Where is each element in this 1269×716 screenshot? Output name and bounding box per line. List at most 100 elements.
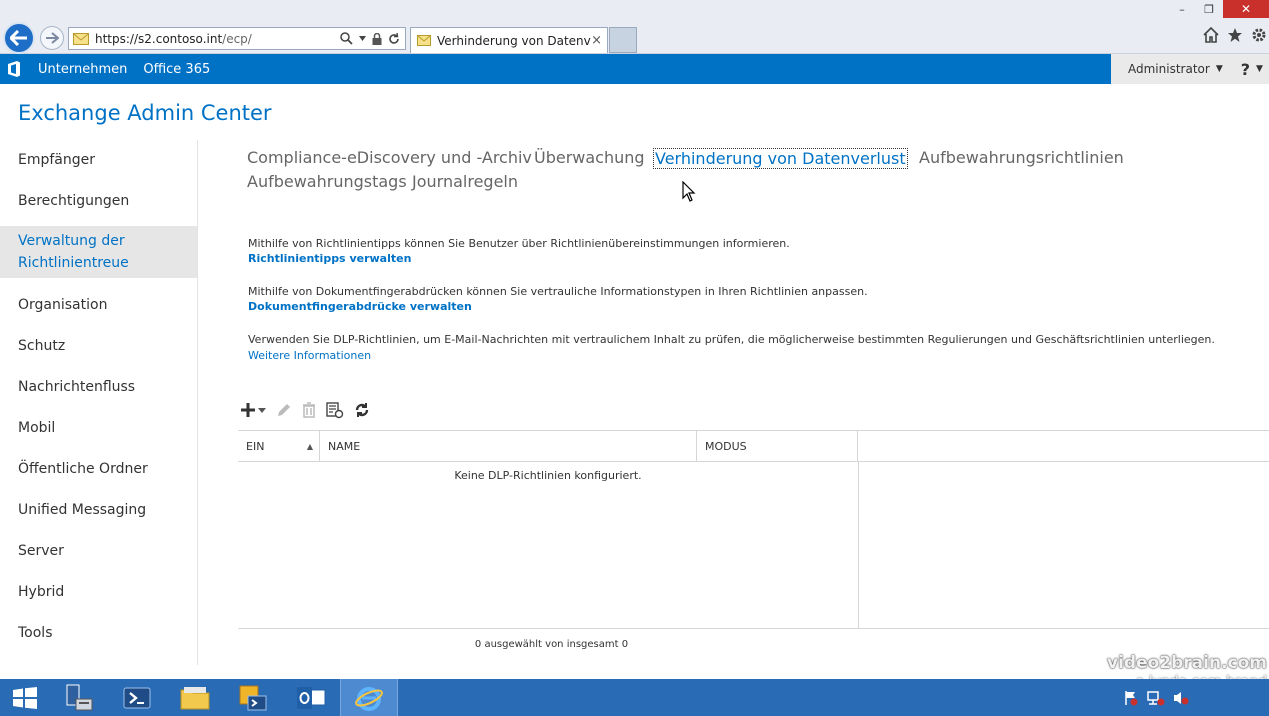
sort-ascending-icon: ▲ bbox=[306, 441, 313, 451]
user-menu[interactable]: Administrator bbox=[1128, 62, 1210, 76]
taskbar-powershell[interactable] bbox=[108, 679, 166, 716]
network-icon[interactable] bbox=[1147, 690, 1165, 706]
nav-item-organization[interactable]: Organisation bbox=[0, 294, 197, 316]
company-link[interactable]: Unternehmen bbox=[38, 62, 127, 77]
dlp-description-text: Verwenden Sie DLP-Richtlinien, um E-Mail… bbox=[248, 333, 1215, 346]
home-icon[interactable] bbox=[1203, 27, 1219, 43]
tab-compliance-ediscovery[interactable]: Compliance-eDiscovery und -Archiv bbox=[247, 148, 532, 167]
folder-icon bbox=[180, 686, 210, 709]
dlp-policy-table: EIN ▲ NAME MODUS Keine DLP-Richtlinien k… bbox=[238, 430, 1269, 629]
taskbar-file-explorer[interactable] bbox=[166, 679, 224, 716]
arrow-left-icon bbox=[10, 30, 27, 46]
powershell-icon bbox=[123, 687, 151, 708]
nav-item-unified-messaging[interactable]: Unified Messaging bbox=[0, 499, 197, 521]
new-tab-button[interactable] bbox=[609, 27, 637, 53]
taskbar-server-manager[interactable] bbox=[50, 679, 108, 716]
selection-status: 0 ausgewählt von insgesamt 0 bbox=[474, 639, 629, 650]
nav-item-protection[interactable]: Schutz bbox=[0, 335, 197, 357]
close-window-button[interactable]: ✕ bbox=[1223, 0, 1269, 18]
column-header-enabled-label: EIN bbox=[246, 439, 265, 453]
volume-muted-icon[interactable] bbox=[1173, 690, 1189, 706]
star-icon[interactable] bbox=[1227, 27, 1243, 43]
browser-toolbar-icons bbox=[1203, 27, 1269, 43]
url-path: /ecp/ bbox=[222, 31, 252, 46]
nav-item-mail-flow[interactable]: Nachrichtenfluss bbox=[0, 376, 197, 398]
fingerprint-description: Mithilfe von Dokumentfingerabdrücken kön… bbox=[248, 285, 868, 298]
nav-item-mobile[interactable]: Mobil bbox=[0, 417, 197, 439]
empty-table-message: Keine DLP-Richtlinien konfiguriert. bbox=[454, 469, 642, 482]
nav-item-public-folders[interactable]: Öffentliche Ordner bbox=[0, 458, 197, 480]
windows-logo-icon bbox=[13, 686, 37, 709]
manage-policy-tips-link[interactable]: Richtlinientipps verwalten bbox=[248, 252, 411, 265]
column-header-name[interactable]: NAME bbox=[320, 431, 697, 462]
search-icon[interactable] bbox=[340, 32, 353, 45]
user-area: Administrator ▼ ? ▼ bbox=[1111, 54, 1269, 84]
start-button[interactable] bbox=[0, 679, 50, 716]
chevron-down-icon bbox=[258, 407, 266, 413]
minimize-button[interactable]: – bbox=[1169, 0, 1195, 18]
nav-item-hybrid[interactable]: Hybrid bbox=[0, 581, 197, 603]
column-header-filler bbox=[858, 431, 1269, 462]
office-logo[interactable] bbox=[0, 54, 28, 84]
nav-item-servers[interactable]: Server bbox=[0, 540, 197, 562]
back-button[interactable] bbox=[3, 22, 35, 54]
office365-link[interactable]: Office 365 bbox=[143, 62, 210, 77]
chevron-down-icon[interactable] bbox=[359, 36, 366, 41]
tab-journal-rules[interactable]: Journalregeln bbox=[412, 172, 518, 191]
more-info-link[interactable]: Weitere Informationen bbox=[248, 349, 371, 362]
office365-top-bar: Unternehmen Office 365 Administrator ▼ ?… bbox=[0, 54, 1269, 84]
windows-taskbar bbox=[0, 679, 1269, 716]
browser-chrome: – ❐ ✕ https://s2.contoso.int/ecp/ Verhin… bbox=[0, 0, 1269, 54]
lock-icon[interactable] bbox=[372, 32, 382, 45]
gear-icon[interactable] bbox=[1251, 27, 1267, 43]
nav-item-label-line1: Verwaltung der bbox=[18, 233, 125, 249]
refresh-icon[interactable] bbox=[354, 402, 370, 418]
server-manager-icon bbox=[66, 684, 93, 710]
add-icon bbox=[241, 403, 255, 417]
office-logo-icon bbox=[8, 61, 20, 77]
browser-tab-active[interactable]: Verhinderung von Datenver... × bbox=[410, 27, 608, 53]
tab-title: Verhinderung von Datenver... bbox=[437, 33, 591, 48]
tab-retention-policies[interactable]: Aufbewahrungsrichtlinien bbox=[919, 148, 1124, 167]
user-caret-icon[interactable]: ▼ bbox=[1216, 64, 1223, 74]
manage-fingerprints-link[interactable]: Dokumentfingerabdrücke verwalten bbox=[248, 300, 472, 313]
toolbar bbox=[240, 400, 370, 420]
nav-item-compliance-management[interactable]: Verwaltung der Richtlinientreue bbox=[0, 226, 197, 278]
help-button[interactable]: ? bbox=[1241, 60, 1250, 79]
exchange-tab-favicon-icon bbox=[417, 35, 431, 46]
nav-item-permissions[interactable]: Berechtigungen bbox=[0, 190, 197, 212]
column-header-enabled[interactable]: EIN ▲ bbox=[238, 431, 320, 462]
tab-data-loss-prevention[interactable]: Verhinderung von Datenverlust bbox=[653, 148, 908, 169]
watermark-brand: video2brain.com bbox=[1107, 653, 1267, 673]
details-pane-divider bbox=[858, 462, 859, 629]
maximize-button[interactable]: ❐ bbox=[1195, 0, 1223, 18]
tab-auditing[interactable]: Überwachung bbox=[534, 148, 645, 167]
tab-retention-tags[interactable]: Aufbewahrungstags bbox=[247, 172, 407, 191]
help-caret-icon[interactable]: ▼ bbox=[1256, 64, 1263, 74]
exchange-shell-icon bbox=[239, 685, 267, 710]
arrow-right-icon bbox=[46, 32, 59, 44]
taskbar-exchange-shell[interactable] bbox=[224, 679, 282, 716]
action-center-icon[interactable] bbox=[1123, 690, 1139, 706]
column-header-mode[interactable]: MODUS bbox=[697, 431, 858, 462]
url-text[interactable]: https://s2.contoso.int/ecp/ bbox=[95, 32, 340, 46]
delete-icon[interactable] bbox=[302, 402, 316, 418]
reload-icon[interactable] bbox=[388, 32, 400, 45]
taskbar-internet-explorer[interactable] bbox=[340, 679, 398, 716]
url-host: https://s2.contoso.int bbox=[95, 31, 223, 46]
forward-button[interactable] bbox=[40, 26, 64, 50]
system-tray bbox=[1123, 679, 1269, 716]
add-button[interactable] bbox=[240, 402, 266, 418]
nav-item-tools[interactable]: Tools bbox=[0, 622, 197, 644]
edit-icon[interactable] bbox=[276, 402, 292, 418]
taskbar-outlook[interactable] bbox=[282, 679, 340, 716]
exchange-favicon-icon bbox=[73, 32, 89, 45]
policy-icon[interactable] bbox=[326, 401, 344, 419]
outlook-icon bbox=[297, 686, 326, 709]
nav-item-label-line2: Richtlinientreue bbox=[18, 255, 129, 271]
left-navigation: Empfänger Berechtigungen Verwaltung der … bbox=[0, 140, 198, 665]
nav-item-recipients[interactable]: Empfänger bbox=[0, 149, 197, 171]
page-title: Exchange Admin Center bbox=[18, 101, 272, 125]
tab-close-icon[interactable]: × bbox=[591, 33, 602, 48]
address-bar[interactable]: https://s2.contoso.int/ecp/ bbox=[68, 27, 406, 50]
